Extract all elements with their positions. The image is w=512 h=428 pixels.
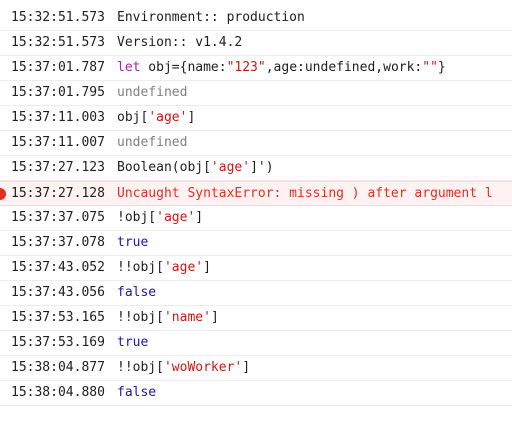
timestamp: 15:37:27.128 bbox=[11, 186, 105, 201]
console-message: !obj['age'] bbox=[117, 206, 203, 230]
console-error-row[interactable]: 15:37:27.128 Uncaught SyntaxError: missin… bbox=[0, 181, 512, 206]
console-row[interactable]: 15:37:01.787 let obj={name:"123",age:unde… bbox=[0, 56, 512, 81]
message-token: 'age' bbox=[163, 260, 204, 275]
timestamp: 15:37:43.052 bbox=[11, 260, 105, 275]
message-token: 'woWorker' bbox=[163, 360, 243, 375]
timestamp: 15:37:37.075 bbox=[11, 210, 105, 225]
message-token: !!obj[ bbox=[117, 310, 164, 325]
console-row[interactable]: 15:37:27.123 Boolean(obj['age']') bbox=[0, 156, 512, 181]
console-message: let obj={name:"123",age:undefined,work:"… bbox=[117, 56, 446, 80]
message-token: } bbox=[437, 60, 446, 75]
message-token: ] bbox=[195, 210, 204, 225]
timestamp: 15:37:53.165 bbox=[11, 310, 105, 325]
message-token: obj[ bbox=[117, 110, 149, 125]
error-message: Uncaught SyntaxError: missing ) after ar… bbox=[117, 182, 493, 205]
console-row[interactable]: 15:37:53.169 true bbox=[0, 331, 512, 356]
message-token: Version:: v1.4.2 bbox=[117, 35, 243, 50]
message-token: true bbox=[117, 335, 149, 350]
console-message: true bbox=[117, 231, 148, 255]
timestamp: 15:37:11.003 bbox=[11, 110, 105, 125]
console-row[interactable]: 15:37:11.007 undefined bbox=[0, 131, 512, 156]
message-token: 'age' bbox=[210, 160, 251, 175]
console-row[interactable]: 15:38:04.880 false bbox=[0, 381, 512, 406]
message-token: let bbox=[117, 60, 141, 75]
message-token: true bbox=[117, 235, 149, 250]
console-message: false bbox=[117, 281, 156, 305]
timestamp: 15:37:01.787 bbox=[11, 60, 105, 75]
message-token: Uncaught SyntaxError: missing ) after ar… bbox=[117, 186, 493, 201]
message-token: ] bbox=[187, 110, 196, 125]
message-token: ]') bbox=[250, 160, 274, 175]
console-row[interactable]: 15:37:37.078 true bbox=[0, 231, 512, 256]
message-token: 'name' bbox=[163, 310, 211, 325]
error-icon bbox=[0, 188, 6, 200]
console-message: undefined bbox=[117, 81, 187, 105]
console-row[interactable]: 15:38:04.877 !!obj['woWorker'] bbox=[0, 356, 512, 381]
timestamp: 15:38:04.877 bbox=[11, 360, 105, 375]
console-row[interactable]: 15:37:43.056 false bbox=[0, 281, 512, 306]
message-token: Environment:: production bbox=[117, 10, 305, 25]
console-message: Version:: v1.4.2 bbox=[117, 31, 242, 55]
console-message: !!obj['name'] bbox=[117, 306, 219, 330]
console-message: Environment:: production bbox=[117, 6, 305, 30]
message-token: Boolean(obj[ bbox=[117, 160, 211, 175]
message-token: "123" bbox=[226, 60, 266, 75]
console-message: Boolean(obj['age']') bbox=[117, 156, 274, 180]
console-row[interactable]: 15:37:43.052 !!obj['age'] bbox=[0, 256, 512, 281]
console-message: undefined bbox=[117, 131, 187, 155]
console-log: 15:32:51.573 Environment:: production 15:3… bbox=[0, 6, 512, 406]
console-row[interactable]: 15:37:11.003 obj['age'] bbox=[0, 106, 512, 131]
console-message: false bbox=[117, 381, 156, 405]
timestamp: 15:37:37.078 bbox=[11, 235, 105, 250]
timestamp: 15:38:04.880 bbox=[11, 385, 105, 400]
message-token: undefined bbox=[117, 135, 188, 150]
console-message: obj['age'] bbox=[117, 106, 195, 130]
console-row[interactable]: 15:37:53.165 !!obj['name'] bbox=[0, 306, 512, 331]
console-message: !!obj['age'] bbox=[117, 256, 211, 280]
timestamp: 15:32:51.573 bbox=[11, 10, 105, 25]
timestamp: 15:37:27.123 bbox=[11, 160, 105, 175]
message-token: "" bbox=[422, 60, 438, 75]
message-token: ,age:undefined,work: bbox=[265, 60, 423, 75]
message-token: !!obj[ bbox=[117, 260, 164, 275]
timestamp: 15:37:11.007 bbox=[11, 135, 105, 150]
message-token: 'age' bbox=[156, 210, 196, 225]
message-token: ] bbox=[242, 360, 251, 375]
message-token: false bbox=[117, 285, 157, 300]
message-token: false bbox=[117, 385, 157, 400]
message-token: 'age' bbox=[148, 110, 188, 125]
console-row[interactable]: 15:37:01.795 undefined bbox=[0, 81, 512, 106]
message-token: obj={name: bbox=[140, 60, 227, 75]
timestamp: 15:37:43.056 bbox=[11, 285, 105, 300]
message-token: undefined bbox=[117, 85, 188, 100]
console-row[interactable]: 15:32:51.573 Environment:: production bbox=[0, 6, 512, 31]
console-row[interactable]: 15:32:51.573 Version:: v1.4.2 bbox=[0, 31, 512, 56]
message-token: ] bbox=[203, 260, 211, 275]
message-token: !obj[ bbox=[117, 210, 157, 225]
timestamp: 15:37:01.795 bbox=[11, 85, 105, 100]
message-token: ] bbox=[210, 310, 219, 325]
console-row[interactable]: 15:37:37.075 !obj['age'] bbox=[0, 206, 512, 231]
console-message: !!obj['woWorker'] bbox=[117, 356, 250, 380]
timestamp: 15:32:51.573 bbox=[11, 35, 105, 50]
timestamp: 15:37:53.169 bbox=[11, 335, 105, 350]
message-token: !!obj[ bbox=[117, 360, 164, 375]
console-message: true bbox=[117, 331, 148, 355]
